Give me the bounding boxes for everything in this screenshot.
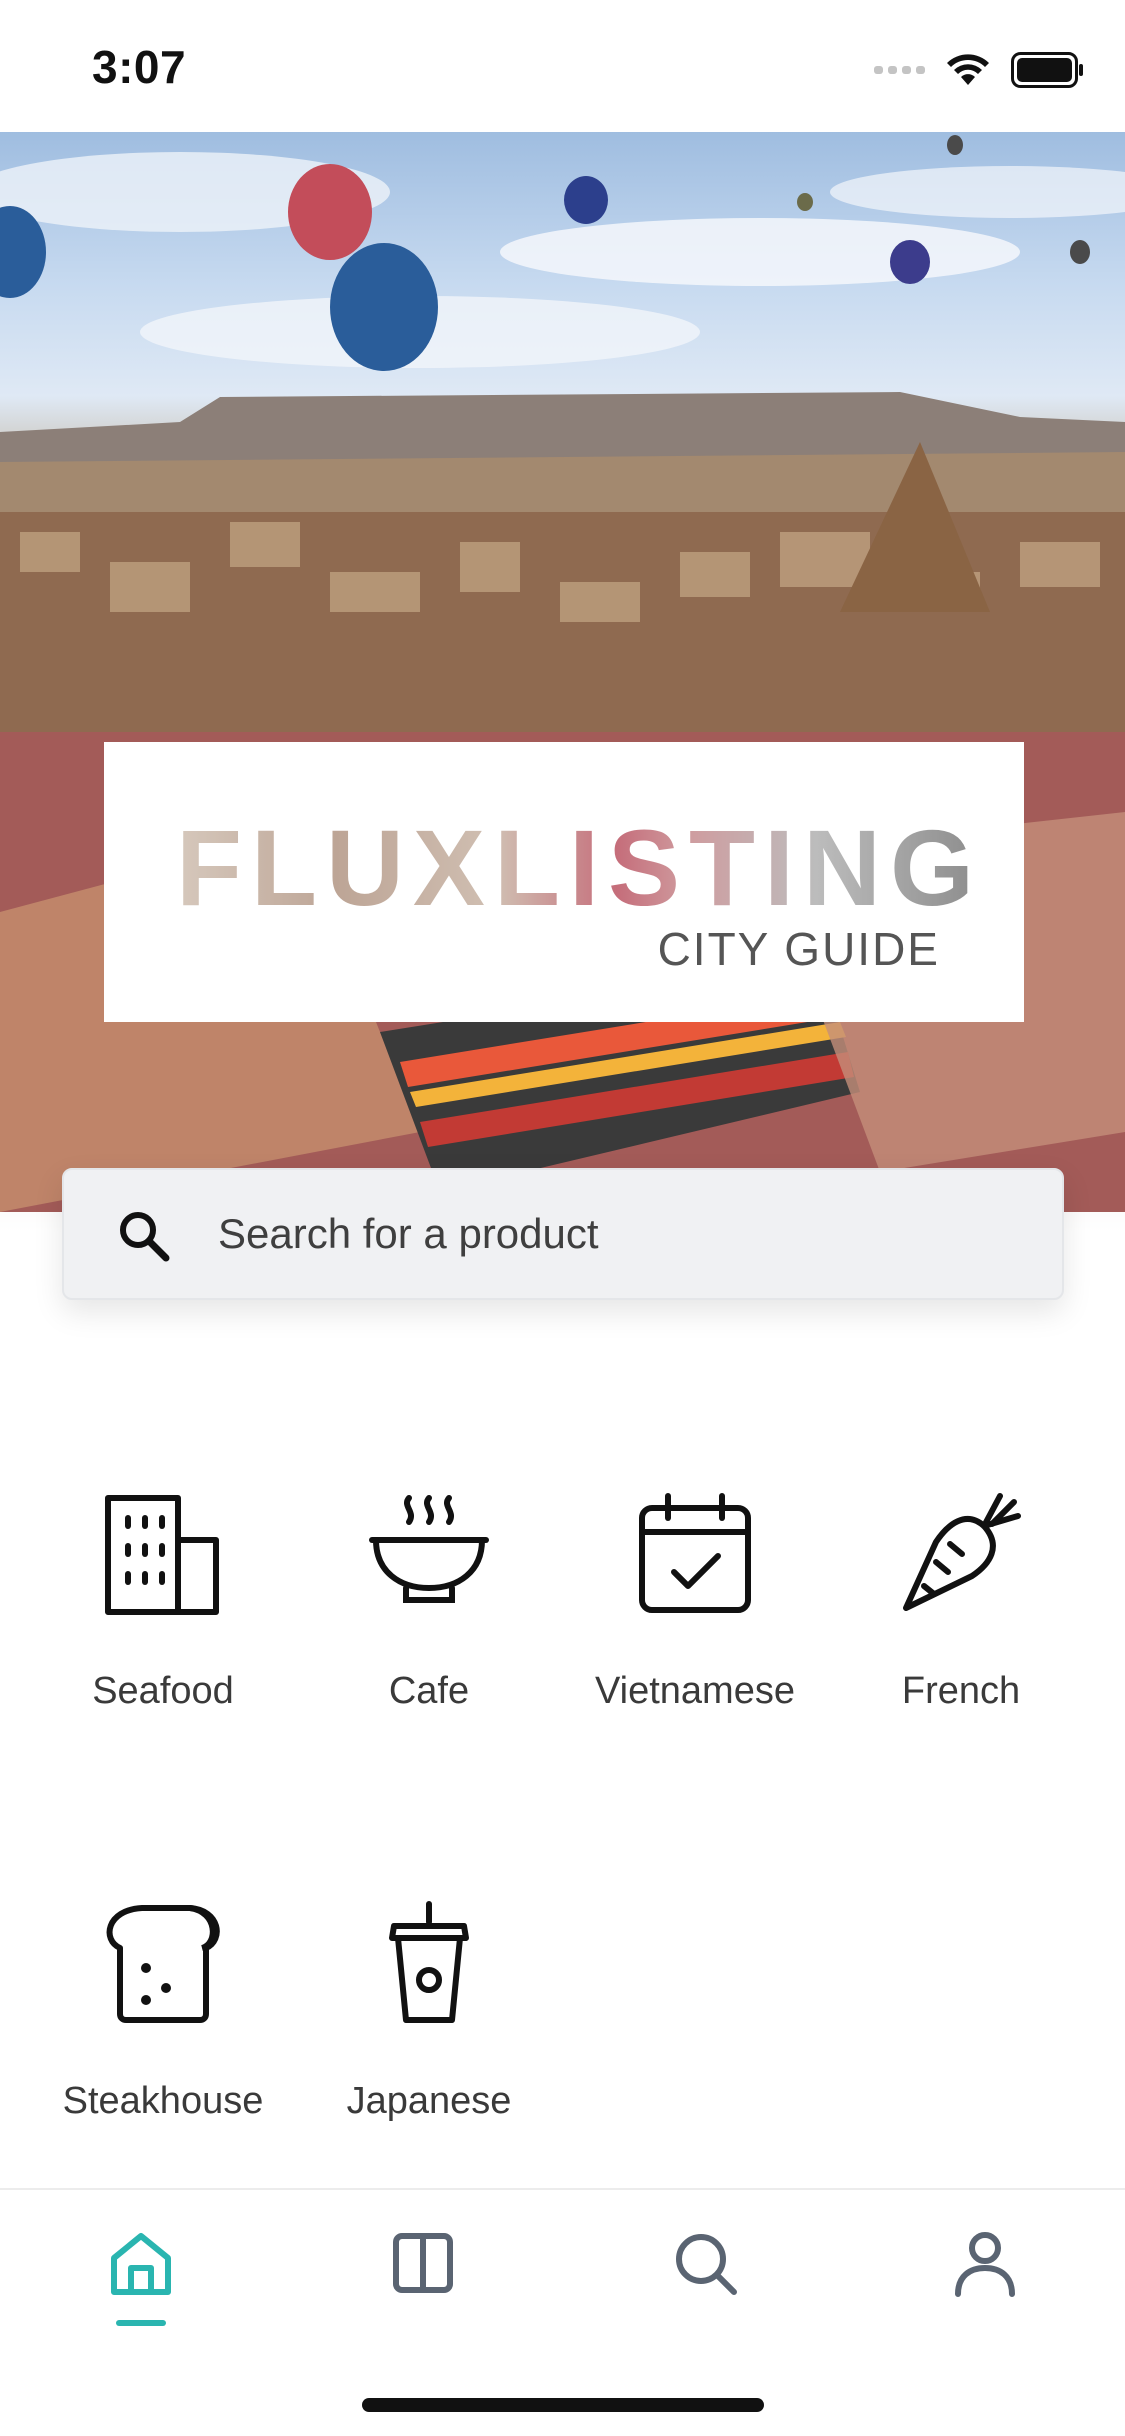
user-icon xyxy=(955,2232,1015,2297)
category-label: Steakhouse xyxy=(62,2080,264,2122)
battery-icon xyxy=(1011,52,1083,88)
calendar-check-icon xyxy=(639,1493,751,1613)
status-bar: 3:07 xyxy=(0,0,1125,132)
category-vietnamese[interactable]: Vietnamese xyxy=(562,1490,828,1750)
category-steakhouse[interactable]: Steakhouse xyxy=(30,1900,296,2160)
status-time: 3:07 xyxy=(92,41,187,93)
category-label: Vietnamese xyxy=(595,1670,795,1712)
category-label: Japanese xyxy=(346,2080,512,2122)
hot-bowl-icon xyxy=(369,1495,489,1603)
carrot-icon xyxy=(903,1493,1021,1611)
search-icon xyxy=(120,1212,170,1262)
building-icon xyxy=(105,1495,219,1615)
category-french[interactable]: French xyxy=(828,1490,1094,1750)
tab-profile[interactable] xyxy=(940,2228,1030,2318)
cellular-signal-icon xyxy=(874,66,925,74)
cappadocia-hero-image xyxy=(0,135,1125,1212)
tab-listings[interactable] xyxy=(378,2228,468,2318)
logo-title: FLUXLISTING xyxy=(176,807,983,928)
home-indicator[interactable] xyxy=(362,2398,764,2412)
bread-icon xyxy=(106,1905,220,2023)
category-seafood[interactable]: Seafood xyxy=(30,1490,296,1750)
home-icon xyxy=(111,2233,171,2295)
search-bar[interactable] xyxy=(62,1168,1064,1300)
tab-home[interactable] xyxy=(96,2228,186,2318)
wifi-icon xyxy=(947,54,989,85)
status-icons xyxy=(874,50,1085,90)
category-label: Seafood xyxy=(92,1670,234,1712)
hero-banner: FLUXLISTING CITY GUIDE xyxy=(0,132,1125,1232)
active-tab-indicator xyxy=(116,2320,166,2326)
search-input[interactable] xyxy=(218,1170,1018,1298)
columns-icon xyxy=(393,2233,453,2293)
category-label: French xyxy=(901,1670,1021,1712)
logo-card: FLUXLISTING CITY GUIDE xyxy=(104,742,1024,1022)
search-icon xyxy=(676,2234,737,2295)
category-japanese[interactable]: Japanese xyxy=(296,1900,562,2160)
tab-search[interactable] xyxy=(660,2228,750,2318)
category-cafe[interactable]: Cafe xyxy=(296,1490,562,1750)
logo-subtitle: CITY GUIDE xyxy=(657,923,940,975)
drink-cup-icon xyxy=(389,1901,469,2023)
category-label: Cafe xyxy=(388,1670,470,1712)
